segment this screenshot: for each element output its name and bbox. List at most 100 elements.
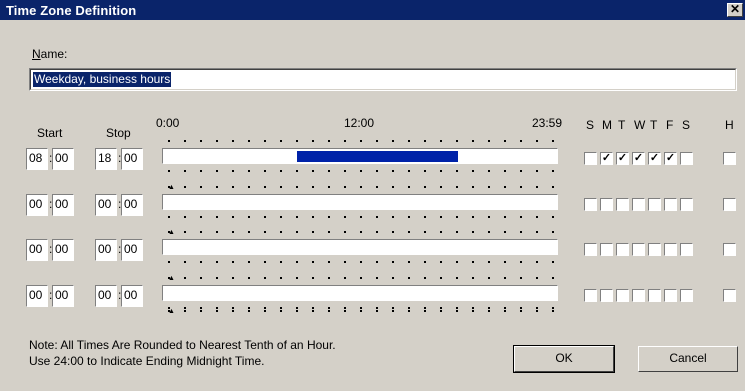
name-input[interactable]: Weekday, business hours — [29, 68, 737, 91]
time-separator: : — [118, 288, 122, 302]
stop-minute-input[interactable]: 00 — [121, 194, 143, 216]
tick-marks — [168, 137, 558, 145]
time-label-noon: 12:00 — [344, 116, 375, 130]
day-checkbox[interactable]: ✓ — [600, 152, 613, 165]
tick-marks — [168, 307, 558, 315]
day-checkbox[interactable] — [664, 243, 677, 256]
window-title: Time Zone Definition — [6, 3, 137, 18]
stop-hour-input[interactable]: 18 — [95, 148, 117, 170]
name-label: Name: — [32, 47, 68, 61]
time-range-bar[interactable] — [162, 148, 558, 164]
start-hour-input[interactable]: 00 — [26, 285, 48, 307]
day-checkbox[interactable]: ✓ — [632, 152, 645, 165]
tick-marks — [168, 228, 558, 236]
day-header: F — [666, 118, 674, 132]
time-range-bar[interactable] — [162, 239, 558, 255]
day-checkbox[interactable]: ✓ — [648, 152, 661, 165]
day-header: T — [618, 118, 626, 132]
holiday-checkbox[interactable] — [723, 289, 736, 302]
tick-marks — [168, 183, 558, 191]
note-line-1: Note: All Times Are Rounded to Nearest T… — [29, 338, 336, 352]
tick-marks — [168, 274, 558, 282]
stop-hour-input[interactable]: 00 — [95, 285, 117, 307]
day-checkbox[interactable]: ✓ — [616, 152, 629, 165]
stop-hour-input[interactable]: 00 — [95, 194, 117, 216]
day-checkbox[interactable]: ✓ — [664, 152, 677, 165]
check-icon: ✓ — [649, 152, 660, 164]
check-icon: ✓ — [601, 152, 612, 164]
stop-minute-input[interactable]: 00 — [121, 148, 143, 170]
stop-header: Stop — [106, 126, 131, 140]
note-line-2: Use 24:00 to Indicate Ending Midnight Ti… — [29, 354, 265, 368]
time-separator: : — [49, 242, 53, 256]
holiday-header: H — [725, 118, 734, 132]
time-separator: : — [49, 288, 53, 302]
day-header: M — [602, 118, 612, 132]
day-checkbox[interactable] — [584, 289, 597, 302]
stop-minute-input[interactable]: 00 — [121, 239, 143, 261]
note-text: Note: All Times Are Rounded to Nearest T… — [29, 337, 336, 369]
close-button[interactable]: ✕ — [727, 3, 743, 17]
day-checkbox[interactable] — [680, 198, 693, 211]
day-checkbox[interactable] — [680, 289, 693, 302]
start-marker-icon[interactable]: ▲ — [168, 184, 175, 191]
day-checkbox[interactable] — [616, 198, 629, 211]
title-bar: Time Zone Definition ✕ — [0, 0, 745, 20]
start-marker-icon[interactable]: ▲ — [168, 308, 175, 315]
start-header: Start — [37, 126, 63, 140]
start-minute-input[interactable]: 00 — [52, 148, 74, 170]
check-icon: ✓ — [633, 152, 644, 164]
day-checkbox[interactable] — [664, 289, 677, 302]
day-checkbox[interactable] — [680, 243, 693, 256]
day-checkbox[interactable] — [584, 243, 597, 256]
cancel-button[interactable]: Cancel — [638, 346, 738, 372]
day-checkbox[interactable] — [584, 152, 597, 165]
day-checkbox[interactable] — [616, 243, 629, 256]
day-checkbox[interactable] — [648, 289, 661, 302]
day-checkbox[interactable] — [600, 243, 613, 256]
day-checkbox[interactable] — [680, 152, 693, 165]
start-hour-input[interactable]: 00 — [26, 194, 48, 216]
ok-button[interactable]: OK — [513, 345, 615, 373]
holiday-checkbox[interactable] — [723, 198, 736, 211]
start-hour-input[interactable]: 00 — [26, 239, 48, 261]
time-separator: : — [118, 151, 122, 165]
start-minute-input[interactable]: 00 — [52, 194, 74, 216]
time-range-fill — [297, 151, 458, 162]
day-checkbox[interactable] — [632, 198, 645, 211]
day-header: S — [682, 118, 691, 132]
holiday-checkbox[interactable] — [723, 243, 736, 256]
name-input-value: Weekday, business hours — [33, 72, 172, 87]
check-icon: ✓ — [617, 152, 628, 164]
start-marker-icon[interactable]: ▲ — [168, 229, 175, 236]
day-checkbox[interactable] — [600, 289, 613, 302]
close-icon: ✕ — [729, 2, 741, 16]
stop-minute-input[interactable]: 00 — [121, 285, 143, 307]
time-label-end: 23:59 — [532, 116, 563, 130]
time-range-bar[interactable] — [162, 194, 558, 210]
day-checkbox[interactable] — [584, 198, 597, 211]
start-minute-input[interactable]: 00 — [52, 285, 74, 307]
time-separator: : — [118, 197, 122, 211]
tick-marks — [168, 167, 558, 175]
time-label-start: 0:00 — [156, 116, 180, 130]
day-header: T — [650, 118, 658, 132]
day-checkbox[interactable] — [648, 243, 661, 256]
time-separator: : — [49, 151, 53, 165]
time-separator: : — [118, 242, 122, 256]
day-checkbox[interactable] — [648, 198, 661, 211]
start-marker-icon[interactable]: ▲ — [168, 275, 175, 282]
time-range-bar[interactable] — [162, 285, 558, 301]
day-header: W — [634, 118, 646, 132]
day-checkbox[interactable] — [664, 198, 677, 211]
stop-hour-input[interactable]: 00 — [95, 239, 117, 261]
day-checkbox[interactable] — [632, 243, 645, 256]
day-checkbox[interactable] — [600, 198, 613, 211]
check-icon: ✓ — [665, 152, 676, 164]
holiday-checkbox[interactable] — [723, 152, 736, 165]
time-separator: : — [49, 197, 53, 211]
start-hour-input[interactable]: 08 — [26, 148, 48, 170]
day-checkbox[interactable] — [632, 289, 645, 302]
day-checkbox[interactable] — [616, 289, 629, 302]
start-minute-input[interactable]: 00 — [52, 239, 74, 261]
